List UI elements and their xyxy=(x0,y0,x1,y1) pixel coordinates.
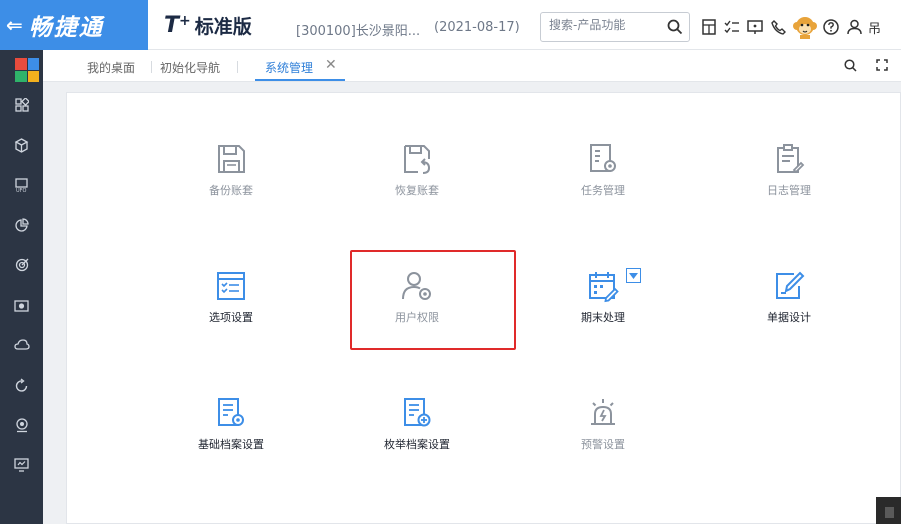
search-icon[interactable] xyxy=(667,19,683,35)
target-icon[interactable] xyxy=(0,250,43,280)
brand-bar[interactable]: ⇐ 畅捷通 xyxy=(0,0,148,50)
document-design-button[interactable]: 单据设计 xyxy=(729,269,849,339)
svg-text:UFO: UFO xyxy=(16,188,27,193)
edition-plus: + xyxy=(179,13,191,29)
log-management-button[interactable]: 日志管理 xyxy=(729,142,849,212)
calculator-icon[interactable] xyxy=(700,16,718,38)
save-disk-icon xyxy=(214,142,248,176)
refresh-icon[interactable] xyxy=(0,370,43,400)
top-header: ⇐ 畅捷通 T + 标准版 [300100]长沙景阳... (2021-08-1… xyxy=(0,0,901,50)
task-management-button[interactable]: 任务管理 xyxy=(543,142,663,212)
webcam-icon[interactable] xyxy=(0,410,43,440)
tab-init-guide[interactable]: 初始化导航 xyxy=(160,59,220,76)
function-label: 预警设置 xyxy=(581,438,625,451)
function-label: 单据设计 xyxy=(767,311,811,324)
tab-close-icon[interactable]: ✕ xyxy=(325,57,337,73)
message-screen-icon[interactable] xyxy=(746,16,764,38)
edition-t: T xyxy=(164,12,180,38)
search-box[interactable] xyxy=(540,12,690,42)
function-label: 恢复账套 xyxy=(395,184,439,197)
cube-stack-icon[interactable] xyxy=(0,130,43,160)
function-label: 期末处理 xyxy=(581,311,625,324)
function-label: 备份账套 xyxy=(209,184,253,197)
alarm-icon xyxy=(586,396,620,430)
function-label: 选项设置 xyxy=(209,311,253,324)
tab-bar: 我的桌面 初始化导航 系统管理 ✕ xyxy=(43,50,901,82)
phone-icon[interactable] xyxy=(769,16,787,38)
log-clipboard-icon xyxy=(772,142,806,176)
document-edit-icon xyxy=(772,269,806,303)
backup-account-button[interactable]: 备份账套 xyxy=(171,142,291,212)
brand-name: 畅捷通 xyxy=(28,14,104,41)
ufo-report-icon[interactable]: UFO xyxy=(0,170,43,200)
highlight-box xyxy=(350,250,516,350)
archive-settings-icon xyxy=(214,396,248,430)
help-icon[interactable] xyxy=(822,16,840,38)
login-date: (2021-08-17) xyxy=(434,20,520,35)
left-sidebar: UFO xyxy=(0,50,43,524)
user-icon[interactable] xyxy=(845,16,863,38)
tab-my-desktop[interactable]: 我的桌面 xyxy=(87,59,135,76)
function-label: 枚举档案设置 xyxy=(384,438,450,451)
restore-disk-icon xyxy=(400,142,434,176)
pie-chart-icon[interactable] xyxy=(0,210,43,240)
checklist-icon[interactable] xyxy=(723,16,741,38)
edition-name: 标准版 xyxy=(194,15,252,38)
tab-search-icon[interactable] xyxy=(841,56,859,74)
archive-add-icon xyxy=(400,396,434,430)
app-launcher-icon[interactable] xyxy=(15,58,39,82)
period-end-processing-button[interactable]: 期末处理 xyxy=(543,269,663,339)
edition-logo: T + 标准版 xyxy=(164,10,252,40)
apps-grid-icon[interactable] xyxy=(0,90,43,120)
floating-widget-corner[interactable] xyxy=(876,497,901,524)
monitor-icon[interactable] xyxy=(0,450,43,480)
user-name[interactable]: 吊 xyxy=(868,18,881,37)
alert-settings-button[interactable]: 预警设置 xyxy=(543,396,663,466)
chevron-down-icon[interactable] xyxy=(626,268,641,283)
cloud-icon[interactable] xyxy=(0,330,43,360)
options-settings-button[interactable]: 选项设置 xyxy=(171,269,291,339)
account-name[interactable]: [300100]长沙景阳... xyxy=(296,20,420,39)
camera-icon[interactable] xyxy=(0,290,43,320)
monkey-avatar-icon[interactable] xyxy=(792,14,818,40)
function-label: 日志管理 xyxy=(767,184,811,197)
function-label: 基础档案设置 xyxy=(198,438,264,451)
function-label: 任务管理 xyxy=(581,184,625,197)
tab-system-management[interactable]: 系统管理 xyxy=(265,59,313,76)
fullscreen-icon[interactable] xyxy=(873,56,891,74)
calendar-edit-icon xyxy=(586,269,620,303)
restore-account-button[interactable]: 恢复账套 xyxy=(357,142,477,212)
arrow-left-icon[interactable]: ⇐ xyxy=(6,13,23,37)
basic-archive-settings-button[interactable]: 基础档案设置 xyxy=(171,396,291,466)
active-tab-indicator xyxy=(255,79,345,81)
search-input[interactable] xyxy=(549,18,661,32)
tab-divider xyxy=(237,61,238,73)
task-settings-icon xyxy=(586,142,620,176)
enum-archive-settings-button[interactable]: 枚举档案设置 xyxy=(357,396,477,466)
tab-divider xyxy=(151,61,152,73)
options-checklist-icon xyxy=(214,269,248,303)
